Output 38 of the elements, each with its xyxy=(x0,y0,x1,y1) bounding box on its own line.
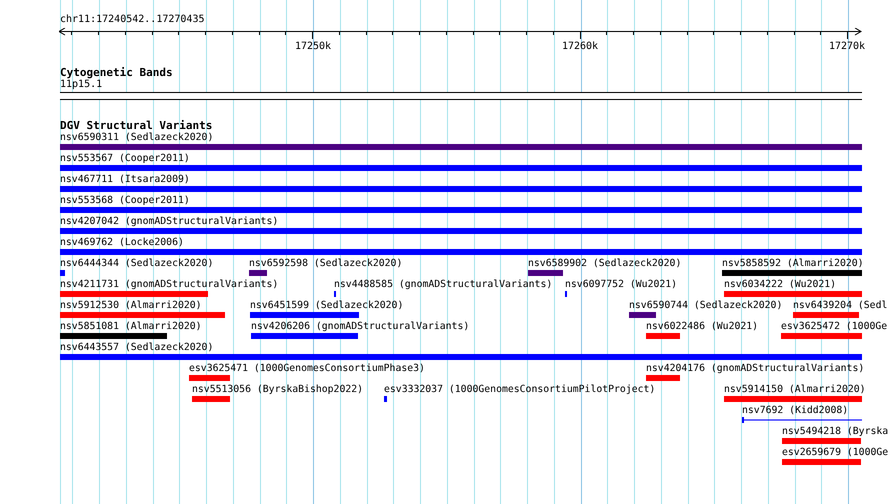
feature-label: nsv6451599 (Sedlazeck2020) xyxy=(250,300,404,311)
feature-label: nsv6592598 (Sedlazeck2020) xyxy=(249,258,402,269)
feature-label: nsv5494218 (Byrska xyxy=(782,426,888,437)
feature-label: nsv6590744 (Sedlazeck2020) xyxy=(629,300,782,311)
location-label: chr11:17240542..17270435 xyxy=(60,14,206,26)
feature-label: esv3625471 (1000GenomesConsortiumPhase3) xyxy=(189,363,425,374)
feature-label: nsv553567 (Cooper2011) xyxy=(60,153,190,164)
track-title: Cytogenetic Bands xyxy=(60,67,174,79)
band-label: 11p15.1 xyxy=(60,79,104,92)
feature-label: nsv467711 (Itsara2009) xyxy=(60,174,190,185)
feature-label: nsv6034222 (Wu2021) xyxy=(724,279,836,290)
feature-label: nsv6589902 (Sedlazeck2020) xyxy=(528,258,682,269)
feature-label: esv3625472 (1000Ge xyxy=(781,321,888,332)
feature-label: esv2659679 (1000Ge xyxy=(782,447,888,458)
feature-label: nsv553568 (Cooper2011) xyxy=(60,195,190,206)
feature-label: nsv6439204 (Sedl xyxy=(793,300,888,311)
feature-label: nsv4211731 (gnomADStructuralVariants) xyxy=(60,279,278,290)
feature-label: nsv4204176 (gnomADStructuralVariants) xyxy=(646,363,864,374)
feature-label: nsv5858592 (Almarri2020) xyxy=(722,258,864,269)
feature-label: nsv5912530 (Almarri2020) xyxy=(60,300,202,311)
feature-label: nsv6590311 (Sedlazeck2020) xyxy=(60,132,214,143)
track-title: DGV Structural Variants xyxy=(60,120,214,132)
feature-label: nsv6097752 (Wu2021) xyxy=(565,279,678,290)
tick-label: 17250k xyxy=(294,41,332,52)
feature-label: nsv5513056 (ByrskaBishop2022) xyxy=(192,384,364,395)
tick-label: 17270k xyxy=(828,41,866,52)
feature-label: nsv4207042 (gnomADStructuralVariants) xyxy=(60,216,278,227)
feature-label: nsv5851081 (Almarri2020) xyxy=(60,321,202,332)
feature-label: esv3332037 (1000GenomesConsortiumPilotProject) xyxy=(384,384,656,395)
tick-label: 17260k xyxy=(562,41,598,52)
feature-label: nsv6443557 (Sedlazeck2020) xyxy=(60,342,214,353)
feature-label: nsv5914150 (Almarri2020) xyxy=(724,384,866,395)
feature-label: nsv6444344 (Sedlazeck2020) xyxy=(60,258,214,269)
feature-label: nsv7692 (Kidd2008) xyxy=(742,405,848,416)
feature-label: nsv469762 (Locke2006) xyxy=(60,237,184,248)
feature-label: nsv4206206 (gnomADStructuralVariants) xyxy=(251,321,470,332)
feature-label: nsv6022486 (Wu2021) xyxy=(646,321,758,332)
feature-label: nsv4488585 (gnomADStructuralVariants) xyxy=(334,279,552,290)
